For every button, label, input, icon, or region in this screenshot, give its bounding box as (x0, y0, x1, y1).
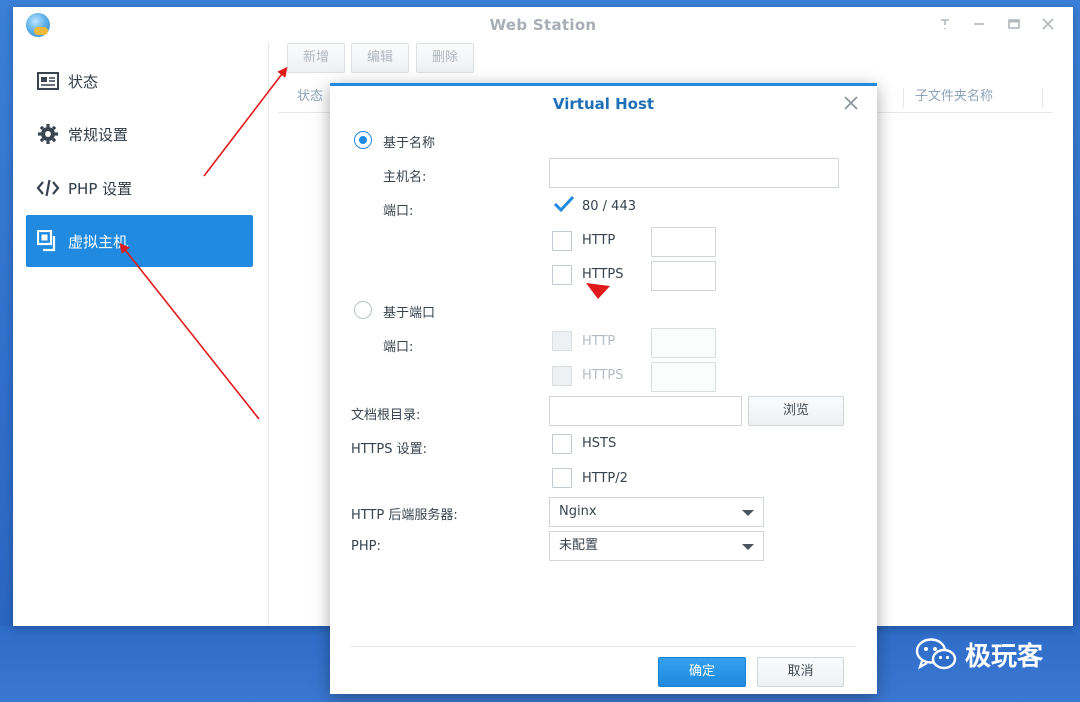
port-based-label: 基于端口 (383, 306, 436, 321)
backend-server-value: Nginx (559, 504, 597, 519)
dialog-title: Virtual Host (552, 95, 655, 113)
document-root-input[interactable] (549, 396, 742, 426)
port-based-https-label: HTTPS (582, 368, 624, 383)
gear-icon (36, 122, 60, 146)
https-port-input[interactable] (651, 261, 716, 291)
hsts-checkbox[interactable] (552, 434, 572, 454)
help-icon[interactable] (934, 13, 956, 35)
http2-checkbox[interactable] (552, 468, 572, 488)
php-select[interactable]: 未配置 (549, 531, 764, 561)
sidebar-item-php-settings[interactable]: PHP 设置 (26, 162, 253, 214)
sidebar-item-label: 虚拟主机 (68, 232, 129, 251)
port-label: 端口: (383, 204, 414, 219)
port-based-radio[interactable] (354, 301, 372, 319)
php-value: 未配置 (559, 538, 599, 553)
port-based-port-label: 端口: (383, 340, 414, 355)
port-based-https-checkbox[interactable] (552, 366, 572, 386)
virtual-host-dialog: Virtual Host 基于名称 主机名: 端口: 80 / 443 HTTP… (330, 83, 877, 694)
close-window-icon[interactable] (1037, 13, 1059, 35)
code-icon (36, 176, 60, 200)
edit-button[interactable]: 编辑 (351, 43, 409, 73)
name-based-radio[interactable] (354, 131, 372, 149)
watermark: 极玩客 (915, 636, 1043, 672)
cancel-button[interactable]: 取消 (757, 657, 844, 687)
sidebar-item-label: 状态 (68, 72, 99, 91)
column-header-status[interactable]: 状态 (297, 82, 323, 112)
document-root-label: 文档根目录: (351, 408, 421, 423)
php-label: PHP: (351, 539, 381, 554)
wechat-icon (915, 638, 957, 670)
browse-button[interactable]: 浏览 (748, 396, 844, 426)
chevron-down-icon (742, 544, 754, 550)
add-button[interactable]: 新增 (287, 43, 345, 73)
port-based-https-input[interactable] (651, 362, 716, 392)
chevron-down-icon (742, 510, 754, 516)
backend-server-label: HTTP 后端服务器: (351, 508, 458, 523)
port-80-443-checkbox[interactable] (552, 195, 575, 216)
window-title: Web Station (489, 16, 597, 34)
https-settings-label: HTTPS 设置: (351, 442, 428, 457)
delete-button[interactable]: 删除 (416, 43, 474, 73)
minimize-icon[interactable] (968, 13, 990, 35)
dialog-close-icon[interactable] (840, 92, 862, 114)
backend-server-select[interactable]: Nginx (549, 497, 764, 527)
port-based-http-checkbox[interactable] (552, 331, 572, 351)
sidebar-item-general-settings[interactable]: 常规设置 (26, 108, 253, 160)
window-titlebar[interactable]: Web Station (13, 7, 1073, 42)
name-based-label: 基于名称 (383, 136, 436, 151)
column-header-subfolder-name[interactable]: 子文件夹名称 (915, 82, 993, 112)
https-port-checkbox[interactable] (552, 265, 572, 285)
checkmark-icon (553, 195, 575, 213)
http2-label: HTTP/2 (582, 471, 628, 486)
hsts-label: HSTS (582, 436, 617, 451)
status-card-icon (36, 69, 60, 93)
http-port-checkbox[interactable] (552, 231, 572, 251)
http-port-input[interactable] (651, 227, 716, 257)
port-based-http-label: HTTP (582, 334, 616, 349)
sidebar: 状态 常规设置 PHP 设置 虚拟主机 (13, 42, 269, 626)
hostname-label: 主机名: (383, 170, 427, 185)
http-port-label: HTTP (582, 233, 616, 248)
column-divider (903, 88, 904, 108)
sidebar-item-virtual-host[interactable]: 虚拟主机 (26, 215, 253, 267)
dialog-footer-divider (351, 646, 856, 647)
https-port-label: HTTPS (582, 267, 624, 282)
sidebar-item-status[interactable]: 状态 (26, 55, 253, 107)
ok-button[interactable]: 确定 (658, 657, 746, 687)
port-based-http-input[interactable] (651, 328, 716, 358)
maximize-icon[interactable] (1003, 13, 1025, 35)
sidebar-item-label: 常规设置 (68, 125, 129, 144)
port-80-443-label: 80 / 443 (582, 199, 636, 214)
virtual-host-icon (36, 229, 60, 253)
sidebar-item-label: PHP 设置 (68, 179, 133, 198)
column-divider (1042, 88, 1043, 108)
hostname-input[interactable] (549, 158, 839, 188)
watermark-text: 极玩客 (965, 641, 1044, 672)
